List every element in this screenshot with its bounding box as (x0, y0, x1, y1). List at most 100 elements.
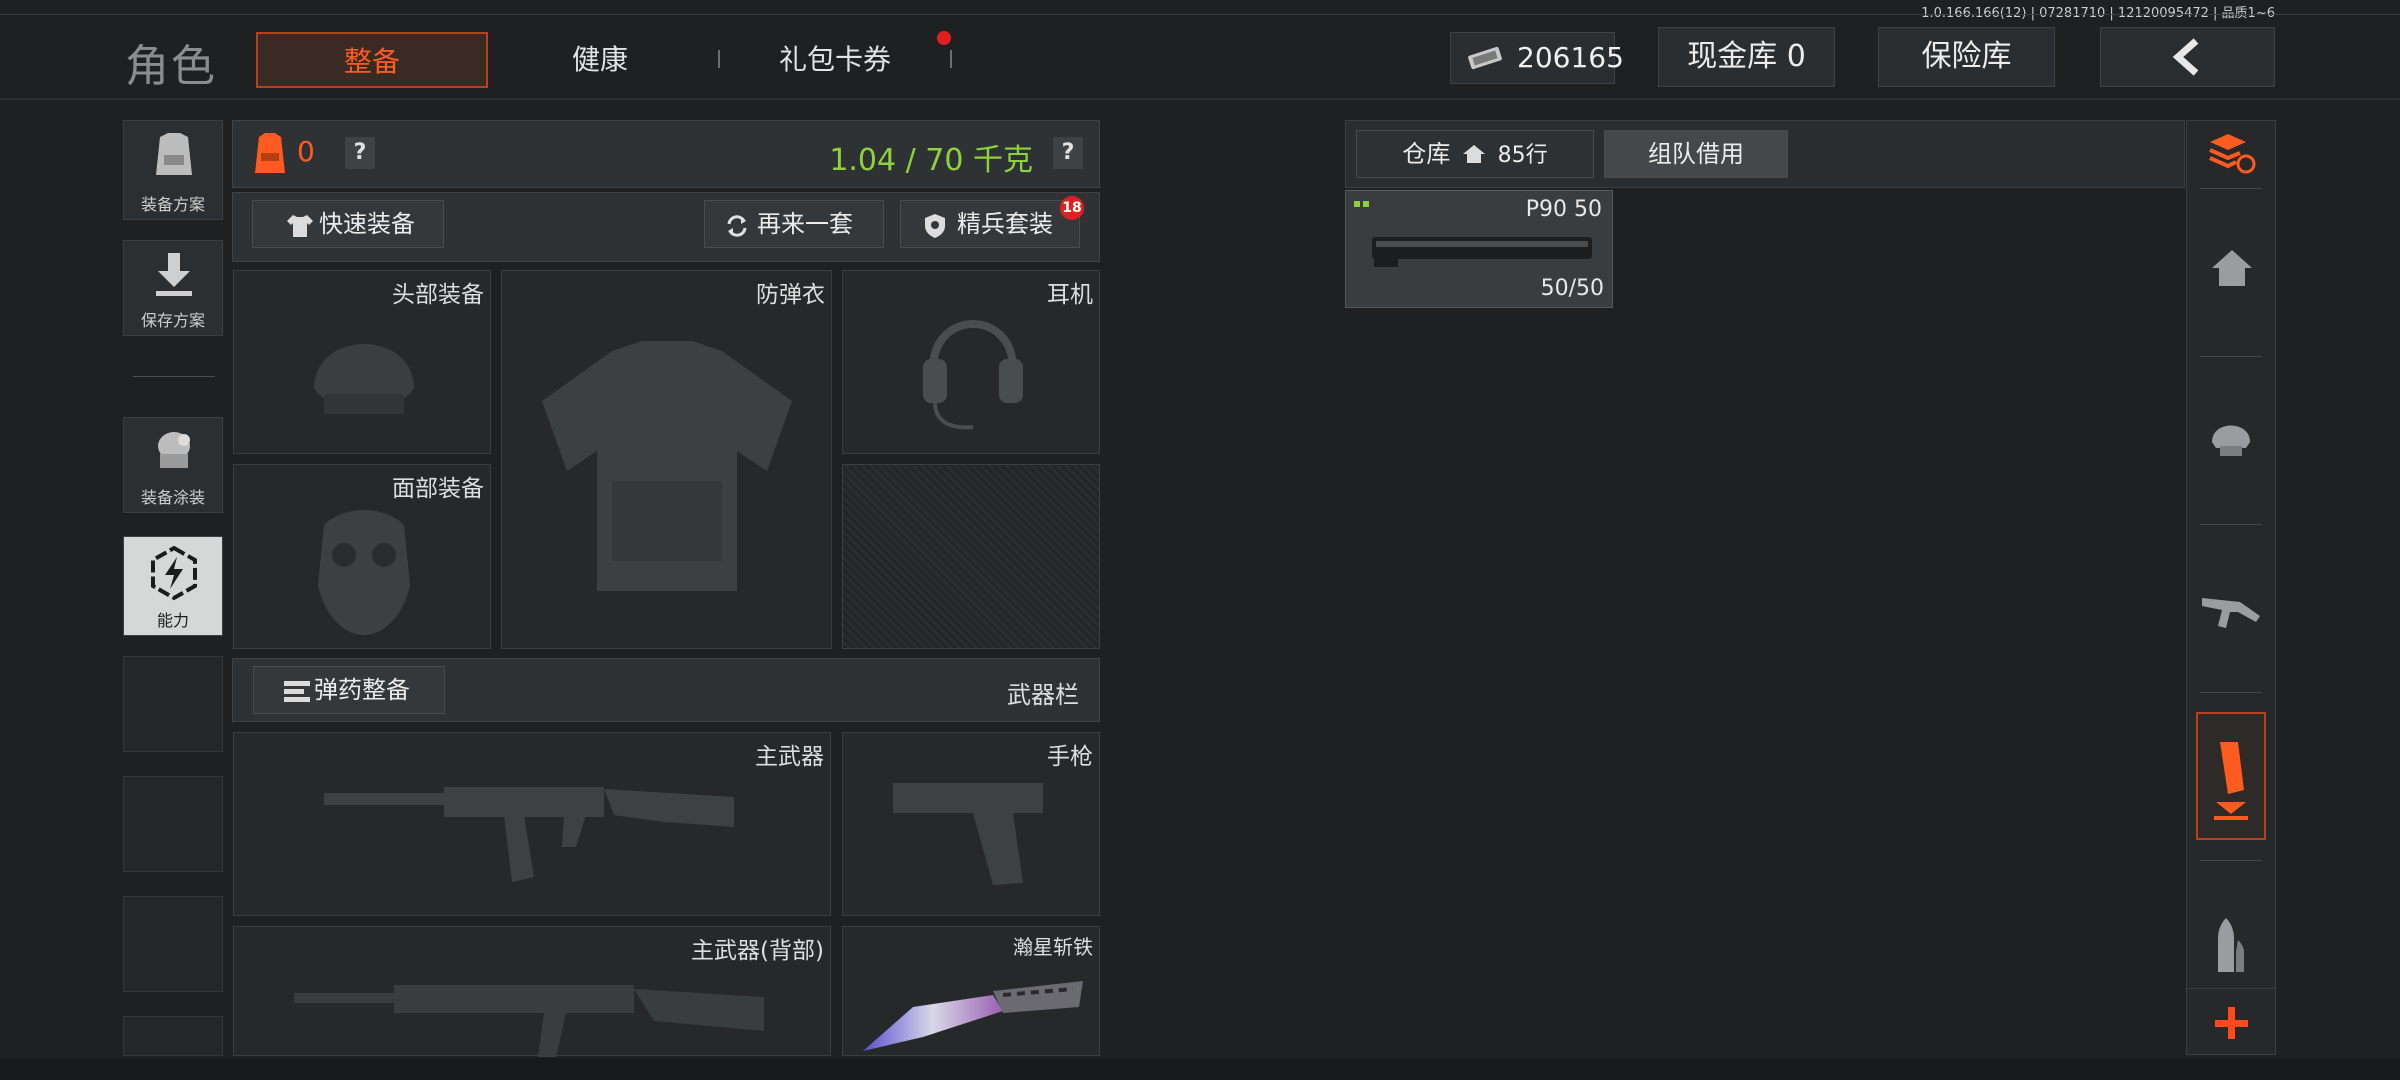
rail-divider (2200, 860, 2262, 861)
sidebar-item-label: 装备方案 (140, 195, 205, 214)
ammo-equip-button[interactable]: 弹药整备 (253, 666, 445, 714)
tab-team-borrow[interactable]: 组队借用 (1604, 130, 1788, 178)
cash-icon (1468, 46, 1502, 70)
tab-separator (950, 50, 952, 68)
armor-icon (255, 133, 285, 173)
plus-icon (2215, 1007, 2248, 1039)
tab-equip[interactable]: 整备 (256, 32, 488, 88)
sidebar-item-label: 装备涂装 (140, 488, 205, 507)
rifle-icon (324, 787, 734, 882)
again-label: 再来一套 (757, 210, 853, 238)
list-icon (284, 681, 310, 702)
vest-slot-label: 防弹衣 (756, 282, 825, 308)
header-divider (0, 98, 2400, 100)
melee-slot[interactable]: 瀚星斩铁 (842, 926, 1100, 1056)
money-amount: 206165 (1517, 41, 1624, 74)
vest-icon (156, 133, 192, 175)
tab-health[interactable]: 健康 (510, 32, 690, 88)
elite-set-label: 精兵套装 (957, 210, 1053, 238)
primary-back-slot[interactable]: 主武器(背部) (233, 926, 831, 1057)
help-button[interactable]: ? (345, 137, 375, 169)
magazine-download-icon (2214, 742, 2248, 820)
sidebar-item-save[interactable]: 保存方案 (123, 240, 223, 336)
version-text: 1.0.166.166(12) | 07281710 | 12120095472… (1921, 6, 2275, 21)
rail-divider (2200, 356, 2262, 357)
warehouse-item-p90-mag[interactable]: P90 50 50/50 (1345, 190, 1613, 308)
shield-icon (925, 214, 945, 238)
knife-icon (863, 981, 1083, 1051)
rail-divider (2200, 692, 2262, 693)
quality-indicator (1354, 201, 1360, 207)
refresh-icon (727, 215, 747, 237)
headset-slot-label: 耳机 (1047, 282, 1093, 308)
sort-stack-button[interactable] (2206, 130, 2256, 178)
money-display: 206165 (1450, 32, 1624, 84)
quick-equip-label: 快速装备 (319, 210, 415, 238)
elite-set-button[interactable]: 精兵套装 (900, 200, 1080, 248)
melee-slot-label: 瀚星斩铁 (1013, 935, 1093, 959)
sidebar-item-plan[interactable]: 装备方案 (123, 120, 223, 220)
back-button[interactable] (2100, 27, 2275, 87)
sidebar-item-label: 保存方案 (140, 311, 205, 330)
stack-refresh-icon (2209, 134, 2256, 174)
gas-mask-icon (318, 510, 410, 635)
face-slot[interactable]: 面部装备 (233, 464, 491, 649)
weight-text: 1.04 / 70 千克 (829, 143, 1033, 178)
head-slot[interactable]: 头部装备 (233, 270, 491, 454)
sidebar-empty-slot (123, 1016, 223, 1056)
notification-dot (937, 31, 951, 45)
rail-ammo-button[interactable] (2206, 914, 2256, 976)
helmet-icon (2212, 425, 2250, 456)
home-icon (2212, 250, 2252, 286)
face-slot-label: 面部装备 (392, 476, 484, 502)
storage-rows: 85行 (1497, 143, 1548, 168)
storage-label: 仓库 (1402, 140, 1451, 168)
ability-icon (151, 545, 197, 601)
quick-equip-button[interactable]: 快速装备 (252, 200, 444, 248)
rail-add-button[interactable] (2186, 988, 2276, 1055)
rail-helmet-button[interactable] (2206, 412, 2256, 462)
weight-help-button[interactable]: ? (1053, 137, 1083, 169)
sidebar-item-ability[interactable]: 能力 (123, 536, 223, 636)
headset-icon (923, 320, 1023, 430)
primary-back-label: 主武器(背部) (691, 938, 824, 964)
rifle-icon (2202, 598, 2260, 628)
sidebar-item-label: 能力 (156, 611, 189, 630)
sidebar-empty-slot (123, 896, 223, 992)
sidebar-item-skin[interactable]: 装备涂装 (123, 417, 223, 513)
tab-gift[interactable]: 礼包卡券 (730, 32, 940, 88)
rail-divider (2200, 188, 2262, 189)
pistol-slot[interactable]: 手枪 (842, 732, 1100, 916)
body-armor-icon (542, 341, 792, 591)
rail-weapon-button[interactable] (2200, 580, 2262, 636)
rail-home-button[interactable] (2208, 244, 2256, 292)
vest-slot[interactable]: 防弹衣 (501, 270, 832, 649)
pistol-slot-label: 手枪 (1047, 744, 1093, 770)
armor-level: 0 (297, 135, 315, 168)
quality-indicator (1363, 201, 1369, 207)
rail-magazine-button[interactable] (2196, 712, 2266, 840)
bullets-icon (2218, 918, 2244, 972)
item-name: P90 50 (1525, 197, 1602, 222)
again-button[interactable]: 再来一套 (704, 200, 884, 248)
elite-badge: 18 (1060, 196, 1084, 220)
cash-vault-button[interactable]: 现金库 0 (1658, 27, 1835, 87)
sidebar-empty-slot (123, 656, 223, 752)
primary-weapon-slot[interactable]: 主武器 (233, 732, 831, 916)
headset-slot[interactable]: 耳机 (842, 270, 1100, 454)
tab-separator (718, 50, 720, 68)
primary-weapon-label: 主武器 (755, 744, 824, 770)
sidebar-divider (133, 376, 215, 377)
empty-gear-slot[interactable] (842, 464, 1100, 649)
magazine-icon (1372, 237, 1592, 267)
rifle-back-icon (294, 985, 764, 1057)
tab-storage[interactable]: 仓库 85行 (1356, 130, 1594, 178)
safe-box-button[interactable]: 保险库 (1878, 27, 2055, 87)
ammo-equip-label: 弹药整备 (314, 676, 410, 704)
shirt-icon (287, 215, 313, 237)
home-icon (1463, 145, 1485, 163)
bottom-bar (0, 1058, 2400, 1080)
top-divider (0, 14, 2400, 15)
helmet-icon (314, 344, 414, 414)
weapon-bar: 弹药整备 武器栏 (232, 658, 1100, 722)
